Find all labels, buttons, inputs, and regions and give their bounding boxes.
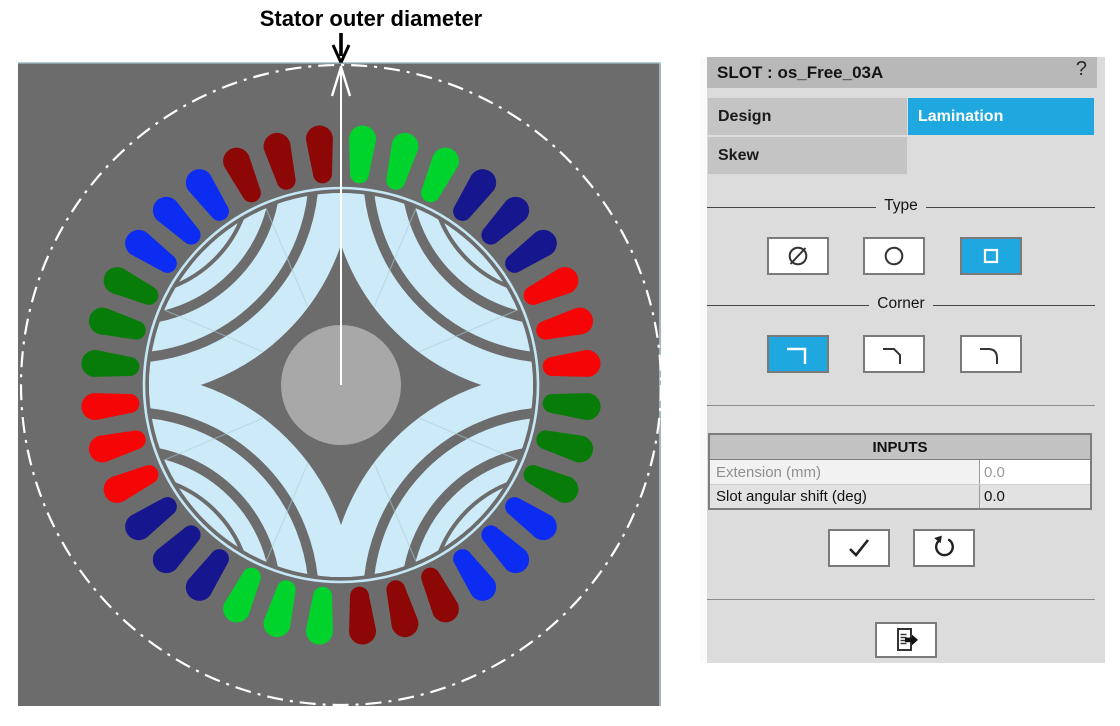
slot-angular-shift-label: Slot angular shift (deg) <box>710 485 980 508</box>
motor-cross-section: Stator outer diameter <box>0 0 680 726</box>
tab-design[interactable]: Design <box>708 98 907 135</box>
slot-angular-shift-value-field[interactable]: 0.0 <box>980 485 1090 508</box>
panel-header: SLOT : os_Free_03A ? <box>707 57 1097 88</box>
inputs-table-header: INPUTS <box>710 435 1090 460</box>
annotation-label: Stator outer diameter <box>260 6 483 31</box>
circle-slash-icon <box>783 243 813 269</box>
corner-chamfer-button[interactable] <box>863 335 925 373</box>
reset-button[interactable] <box>913 529 975 567</box>
corner-sharp-button[interactable] <box>767 335 829 373</box>
square-icon <box>976 243 1006 269</box>
slot-type-none-button[interactable] <box>767 237 829 275</box>
corner-section-divider: Corner <box>707 305 1095 324</box>
tab-skew[interactable]: Skew <box>708 137 907 174</box>
slot-properties-panel: SLOT : os_Free_03A ? Design Lamination S… <box>700 57 1105 663</box>
panel-title: SLOT : os_Free_03A <box>717 63 883 83</box>
corner-round-button[interactable] <box>960 335 1022 373</box>
tab-lamination[interactable]: Lamination <box>908 98 1094 135</box>
export-document-icon <box>889 625 923 655</box>
table-row: Extension (mm) 0.0 <box>710 460 1090 484</box>
divider <box>707 599 1095 600</box>
app-window: Stator outer diameter SLOT : os_Free_03A… <box>0 0 1120 726</box>
sharp-corner-icon <box>781 340 815 368</box>
export-button[interactable] <box>875 622 937 658</box>
dimension-arrow <box>333 33 349 63</box>
corner-section-label: Corner <box>869 295 932 312</box>
inputs-table: INPUTS Extension (mm) 0.0 Slot angular s… <box>708 433 1092 510</box>
type-section-label: Type <box>876 197 926 214</box>
chamfer-corner-icon <box>877 340 911 368</box>
rotate-reset-icon <box>931 535 957 561</box>
apply-button[interactable] <box>828 529 890 567</box>
extension-label: Extension (mm) <box>710 460 980 484</box>
check-icon <box>844 535 874 561</box>
divider <box>707 405 1095 406</box>
extension-value-field[interactable]: 0.0 <box>980 460 1090 484</box>
help-button[interactable]: ? <box>1076 58 1087 81</box>
type-section-divider: Type <box>707 207 1095 226</box>
slot-type-square-button[interactable] <box>960 237 1022 275</box>
circle-icon <box>879 243 909 269</box>
table-row: Slot angular shift (deg) 0.0 <box>710 484 1090 508</box>
round-corner-icon <box>974 340 1008 368</box>
slot-type-round-button[interactable] <box>863 237 925 275</box>
